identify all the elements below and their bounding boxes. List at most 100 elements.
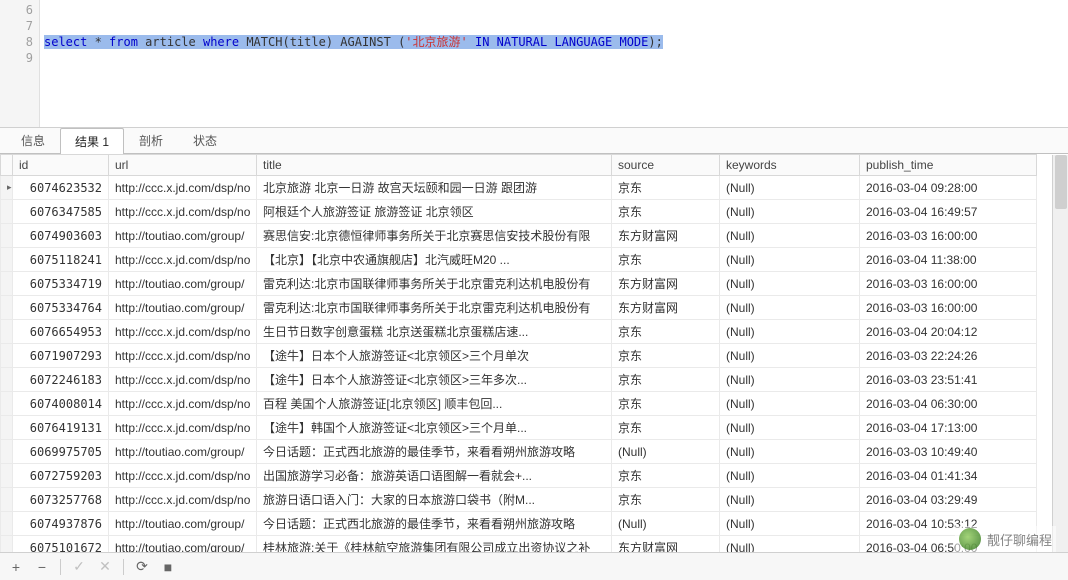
- sql-code-area[interactable]: select * from article where MATCH(title)…: [40, 0, 1068, 127]
- table-row[interactable]: 6075118241http://ccc.x.jd.com/dsp/no【北京】…: [1, 248, 1037, 272]
- cell-title[interactable]: 赛思信安:北京德恒律师事务所关于北京赛思信安技术股份有限: [257, 224, 612, 248]
- cell-url[interactable]: http://toutiao.com/group/: [109, 296, 257, 320]
- row-handle[interactable]: [1, 440, 13, 464]
- cell-title[interactable]: 雷克利达:北京市国联律师事务所关于北京雷克利达机电股份有: [257, 296, 612, 320]
- cell-id[interactable]: 6075334764: [13, 296, 109, 320]
- col-id[interactable]: id: [13, 155, 109, 176]
- cell-title[interactable]: 百程 美国个人旅游签证[北京领区] 顺丰包回...: [257, 392, 612, 416]
- cell-publish_time[interactable]: 2016-03-04 11:38:00: [860, 248, 1037, 272]
- cell-url[interactable]: http://ccc.x.jd.com/dsp/no: [109, 392, 257, 416]
- cell-id[interactable]: 6075118241: [13, 248, 109, 272]
- apply-button[interactable]: ✓: [71, 558, 87, 575]
- cell-publish_time[interactable]: 2016-03-03 10:49:40: [860, 440, 1037, 464]
- cell-source[interactable]: (Null): [612, 440, 720, 464]
- cell-title[interactable]: 【途牛】韩国个人旅游签证<北京领区>三个月单...: [257, 416, 612, 440]
- cell-title[interactable]: 今日话题：正式西北旅游的最佳季节，来看看朔州旅游攻略: [257, 512, 612, 536]
- cell-url[interactable]: http://ccc.x.jd.com/dsp/no: [109, 368, 257, 392]
- cell-source[interactable]: 京东: [612, 488, 720, 512]
- cell-keywords[interactable]: (Null): [720, 392, 860, 416]
- cell-url[interactable]: http://ccc.x.jd.com/dsp/no: [109, 176, 257, 200]
- cell-url[interactable]: http://toutiao.com/group/: [109, 272, 257, 296]
- sql-editor[interactable]: 6 7 8 9 select * from article where MATC…: [0, 0, 1068, 128]
- col-publish-time[interactable]: publish_time: [860, 155, 1037, 176]
- cell-keywords[interactable]: (Null): [720, 248, 860, 272]
- cell-title[interactable]: 【北京】【北京中农通旗舰店】北汽威旺M20 ...: [257, 248, 612, 272]
- stop-button[interactable]: ■: [160, 559, 176, 575]
- col-keywords[interactable]: keywords: [720, 155, 860, 176]
- cell-source[interactable]: 京东: [612, 248, 720, 272]
- cell-publish_time[interactable]: 2016-03-04 20:04:12: [860, 320, 1037, 344]
- add-row-button[interactable]: +: [8, 559, 24, 575]
- cell-url[interactable]: http://ccc.x.jd.com/dsp/no: [109, 464, 257, 488]
- table-row[interactable]: 6074937876http://toutiao.com/group/今日话题：…: [1, 512, 1037, 536]
- cell-publish_time[interactable]: 2016-03-03 16:00:00: [860, 296, 1037, 320]
- row-handle[interactable]: [1, 464, 13, 488]
- cell-title[interactable]: 旅游日语口语入门：大家的日本旅游口袋书（附M...: [257, 488, 612, 512]
- cell-id[interactable]: 6073257768: [13, 488, 109, 512]
- cell-keywords[interactable]: (Null): [720, 200, 860, 224]
- cell-source[interactable]: 京东: [612, 368, 720, 392]
- result-grid[interactable]: id url title source keywords publish_tim…: [0, 154, 1037, 560]
- col-title[interactable]: title: [257, 155, 612, 176]
- cell-publish_time[interactable]: 2016-03-04 06:30:00: [860, 392, 1037, 416]
- cell-keywords[interactable]: (Null): [720, 464, 860, 488]
- cell-id[interactable]: 6076419131: [13, 416, 109, 440]
- cell-title[interactable]: 北京旅游 北京一日游 故宫天坛颐和园一日游 跟团游: [257, 176, 612, 200]
- cell-id[interactable]: 6074937876: [13, 512, 109, 536]
- cell-source[interactable]: 东方财富网: [612, 272, 720, 296]
- cell-publish_time[interactable]: 2016-03-03 23:51:41: [860, 368, 1037, 392]
- table-row[interactable]: 6075334764http://toutiao.com/group/雷克利达:…: [1, 296, 1037, 320]
- cell-source[interactable]: 京东: [612, 176, 720, 200]
- cancel-button[interactable]: ✕: [97, 558, 113, 575]
- col-url[interactable]: url: [109, 155, 257, 176]
- cell-url[interactable]: http://ccc.x.jd.com/dsp/no: [109, 344, 257, 368]
- table-row[interactable]: 6073257768http://ccc.x.jd.com/dsp/no旅游日语…: [1, 488, 1037, 512]
- row-handle[interactable]: [1, 176, 13, 200]
- cell-source[interactable]: (Null): [612, 512, 720, 536]
- cell-keywords[interactable]: (Null): [720, 176, 860, 200]
- table-row[interactable]: 6076419131http://ccc.x.jd.com/dsp/no【途牛】…: [1, 416, 1037, 440]
- cell-publish_time[interactable]: 2016-03-03 16:00:00: [860, 224, 1037, 248]
- cell-keywords[interactable]: (Null): [720, 368, 860, 392]
- cell-source[interactable]: 京东: [612, 320, 720, 344]
- cell-title[interactable]: 生日节日数字创意蛋糕 北京送蛋糕北京蛋糕店速...: [257, 320, 612, 344]
- table-row[interactable]: 6074623532http://ccc.x.jd.com/dsp/no北京旅游…: [1, 176, 1037, 200]
- table-row[interactable]: 6072246183http://ccc.x.jd.com/dsp/no【途牛】…: [1, 368, 1037, 392]
- cell-id[interactable]: 6072246183: [13, 368, 109, 392]
- cell-id[interactable]: 6076347585: [13, 200, 109, 224]
- cell-id[interactable]: 6074008014: [13, 392, 109, 416]
- cell-url[interactable]: http://toutiao.com/group/: [109, 224, 257, 248]
- cell-id[interactable]: 6072759203: [13, 464, 109, 488]
- tab-status[interactable]: 状态: [178, 127, 232, 153]
- cell-source[interactable]: 东方财富网: [612, 224, 720, 248]
- row-handle[interactable]: [1, 224, 13, 248]
- cell-source[interactable]: 京东: [612, 464, 720, 488]
- cell-publish_time[interactable]: 2016-03-03 22:24:26: [860, 344, 1037, 368]
- cell-title[interactable]: 今日话题：正式西北旅游的最佳季节，来看看朔州旅游攻略: [257, 440, 612, 464]
- cell-source[interactable]: 京东: [612, 392, 720, 416]
- cell-url[interactable]: http://ccc.x.jd.com/dsp/no: [109, 488, 257, 512]
- row-handle[interactable]: [1, 344, 13, 368]
- cell-url[interactable]: http://ccc.x.jd.com/dsp/no: [109, 248, 257, 272]
- table-row[interactable]: 6071907293http://ccc.x.jd.com/dsp/no【途牛】…: [1, 344, 1037, 368]
- cell-id[interactable]: 6069975705: [13, 440, 109, 464]
- cell-url[interactable]: http://ccc.x.jd.com/dsp/no: [109, 200, 257, 224]
- cell-keywords[interactable]: (Null): [720, 272, 860, 296]
- table-row[interactable]: 6076347585http://ccc.x.jd.com/dsp/no阿根廷个…: [1, 200, 1037, 224]
- cell-url[interactable]: http://ccc.x.jd.com/dsp/no: [109, 416, 257, 440]
- cell-keywords[interactable]: (Null): [720, 224, 860, 248]
- tab-profile[interactable]: 剖析: [124, 127, 178, 153]
- cell-url[interactable]: http://toutiao.com/group/: [109, 512, 257, 536]
- table-row[interactable]: 6074008014http://ccc.x.jd.com/dsp/no百程 美…: [1, 392, 1037, 416]
- scrollbar-thumb[interactable]: [1055, 155, 1067, 209]
- cell-keywords[interactable]: (Null): [720, 344, 860, 368]
- cell-url[interactable]: http://toutiao.com/group/: [109, 440, 257, 464]
- cell-id[interactable]: 6076654953: [13, 320, 109, 344]
- cell-publish_time[interactable]: 2016-03-04 01:41:34: [860, 464, 1037, 488]
- row-handle[interactable]: [1, 368, 13, 392]
- cell-id[interactable]: 6074623532: [13, 176, 109, 200]
- table-row[interactable]: 6076654953http://ccc.x.jd.com/dsp/no生日节日…: [1, 320, 1037, 344]
- cell-publish_time[interactable]: 2016-03-04 09:28:00: [860, 176, 1037, 200]
- cell-source[interactable]: 京东: [612, 200, 720, 224]
- cell-id[interactable]: 6074903603: [13, 224, 109, 248]
